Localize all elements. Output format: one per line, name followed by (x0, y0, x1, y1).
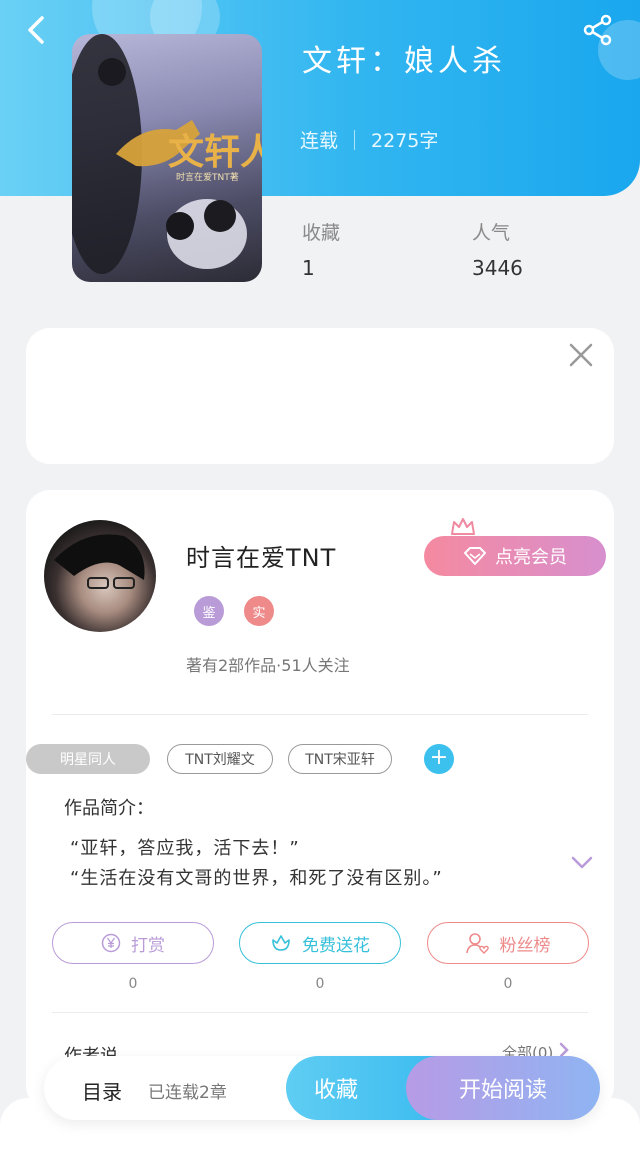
close-icon[interactable] (568, 342, 594, 368)
flower-icon (272, 935, 290, 951)
start-reading-label: 开始阅读 (458, 1078, 547, 1103)
add-tag-button[interactable]: + (424, 744, 454, 774)
book-title: 文轩：娘人杀 (302, 44, 506, 79)
fans-count: 0 (503, 976, 513, 992)
intro-title: 作品简介： (64, 798, 154, 819)
vip-label: 点亮会员 (495, 547, 567, 568)
avatar[interactable] (44, 520, 156, 632)
serial-status: 连载 (300, 130, 339, 152)
stat-value-popularity: 3446 (472, 256, 523, 280)
cover-author: 时言在爱TNT著 (176, 171, 239, 183)
divider (52, 714, 588, 715)
verified-badge: 鉴 (194, 596, 224, 626)
stat-value-favorites: 1 (302, 256, 315, 280)
avatar-image (54, 534, 145, 589)
toc-button[interactable]: 目录 (82, 1076, 122, 1105)
toc-status: 已连载2章 (148, 1083, 227, 1103)
stat-label-popularity: 人气 (472, 222, 511, 244)
fans-rank-button[interactable]: 粉丝榜 (427, 922, 589, 964)
book-cover[interactable]: 文轩人杀 时言在爱TNT著 (72, 34, 262, 282)
yen-icon (101, 933, 121, 953)
crown-icon (451, 518, 475, 535)
ad-card (26, 328, 614, 464)
reward-label: 打赏 (131, 935, 165, 956)
bottom-action-bar: 目录 已连载2章 收藏 开始阅读 (44, 1056, 600, 1120)
intro-line: “亚轩，答应我，活下去！” (70, 838, 300, 859)
divider (52, 1012, 588, 1013)
tag-item[interactable]: TNT刘耀文 (167, 744, 273, 774)
tag-item[interactable]: 明星同人 (26, 744, 150, 774)
author-name[interactable]: 时言在爱TNT (186, 538, 336, 573)
send-flower-button[interactable]: 免费送花 (239, 922, 401, 964)
send-flower-label: 免费送花 (302, 935, 370, 956)
start-reading-button[interactable]: 开始阅读 (406, 1056, 600, 1120)
diamond-icon (464, 547, 486, 565)
author-card: 时言在爱TNT 鉴 实 著有2部作品·51人关注 点亮会员 明星同人 TNT刘耀… (26, 490, 614, 1110)
cover-art: 文轩人杀 时言在爱TNT著 (72, 34, 262, 274)
cover-title: 文轩人杀 (168, 131, 262, 173)
flower-count: 0 (315, 976, 325, 992)
author-stats: 著有2部作品·51人关注 (186, 656, 350, 675)
chevron-left-icon[interactable] (22, 14, 54, 46)
stat-label-favorites: 收藏 (302, 222, 341, 244)
real-name-badge: 实 (244, 596, 274, 626)
intro-line: “生活在没有文哥的世界，和死了没有区别。” (70, 868, 443, 889)
word-count: 2275字 (371, 130, 439, 152)
vip-button[interactable]: 点亮会员 (424, 536, 606, 576)
user-heart-icon (465, 933, 489, 954)
meta-divider (354, 129, 356, 150)
reward-count: 0 (128, 976, 138, 992)
fans-rank-label: 粉丝榜 (499, 935, 551, 956)
book-meta: 连载 2275字 (300, 126, 438, 153)
reward-button[interactable]: 打赏 (52, 922, 214, 964)
share-icon[interactable] (582, 14, 614, 46)
chevron-down-icon[interactable] (570, 852, 594, 872)
tag-item[interactable]: TNT宋亚轩 (288, 744, 392, 774)
favorite-label: 收藏 (314, 1078, 359, 1103)
